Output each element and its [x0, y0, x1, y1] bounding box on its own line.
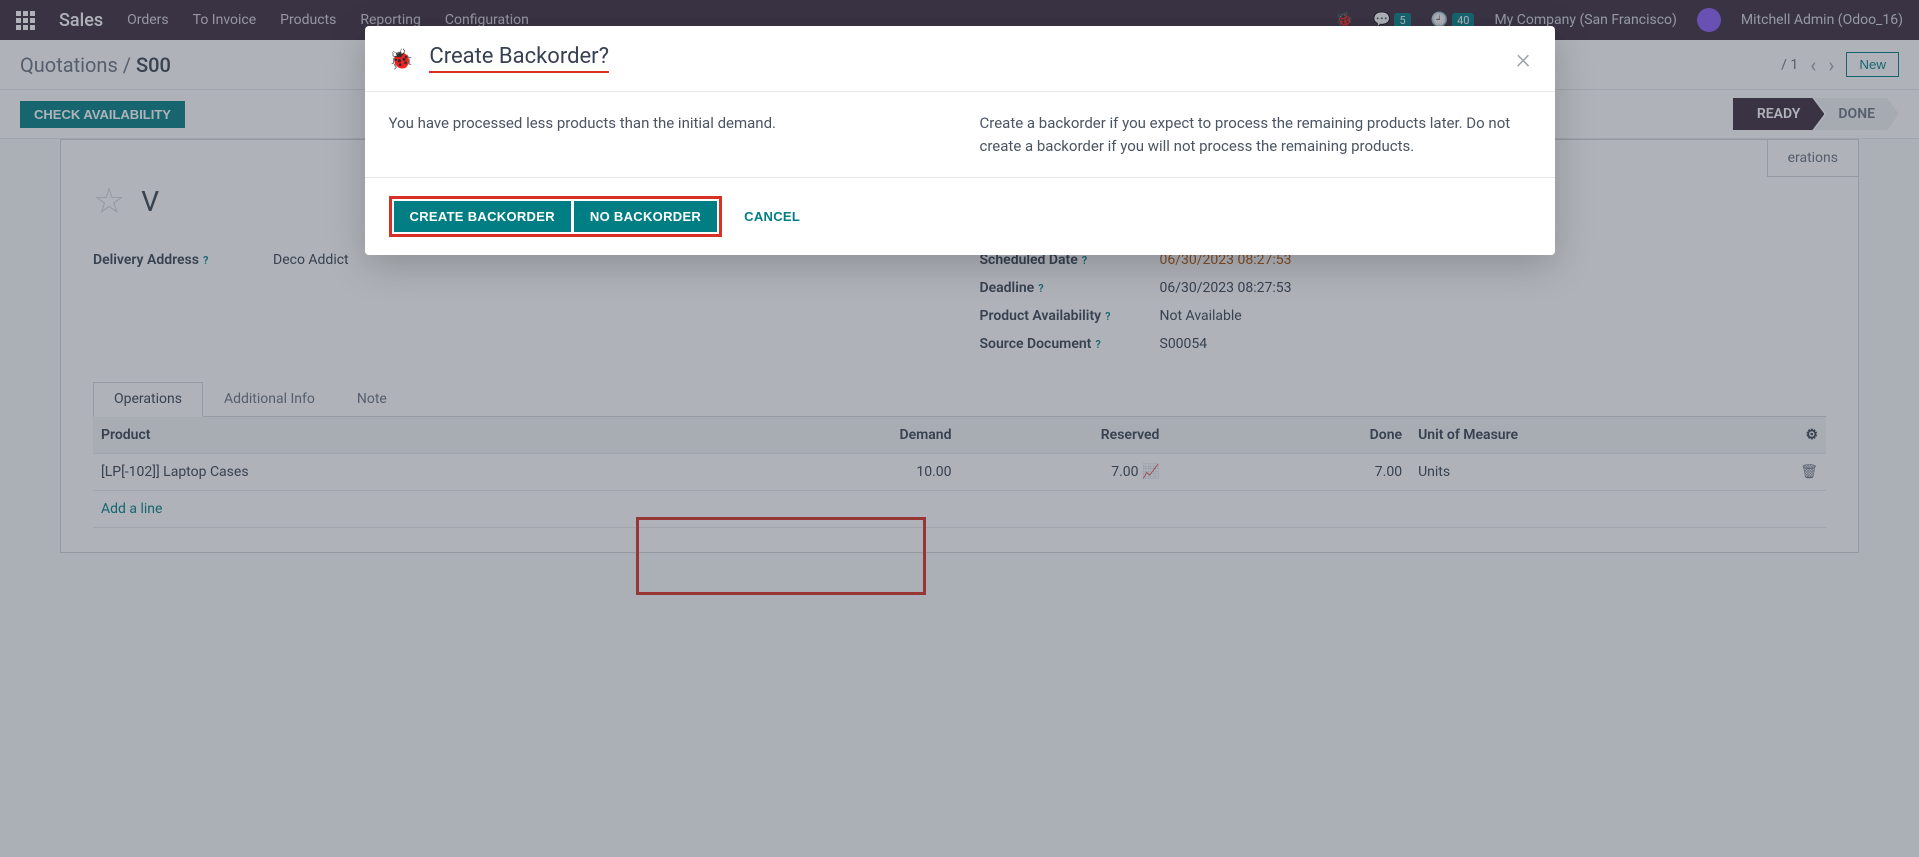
modal-body-right: Create a backorder if you expect to proc… — [980, 112, 1531, 157]
close-icon[interactable]: × — [1516, 42, 1531, 75]
cancel-button[interactable]: CANCEL — [732, 201, 812, 232]
modal-title: Create Backorder? — [429, 44, 609, 73]
create-backorder-button[interactable]: CREATE BACKORDER — [394, 201, 571, 232]
no-backorder-button[interactable]: NO BACKORDER — [574, 201, 717, 232]
bug-icon[interactable]: 🐞 — [389, 47, 414, 71]
annotation-highlight-buttons: CREATE BACKORDER NO BACKORDER — [389, 196, 723, 237]
modal-body-left: You have processed less products than th… — [389, 112, 940, 157]
modal-backdrop: 🐞 Create Backorder? × You have processed… — [0, 0, 1919, 857]
backorder-modal: 🐞 Create Backorder? × You have processed… — [365, 26, 1555, 255]
